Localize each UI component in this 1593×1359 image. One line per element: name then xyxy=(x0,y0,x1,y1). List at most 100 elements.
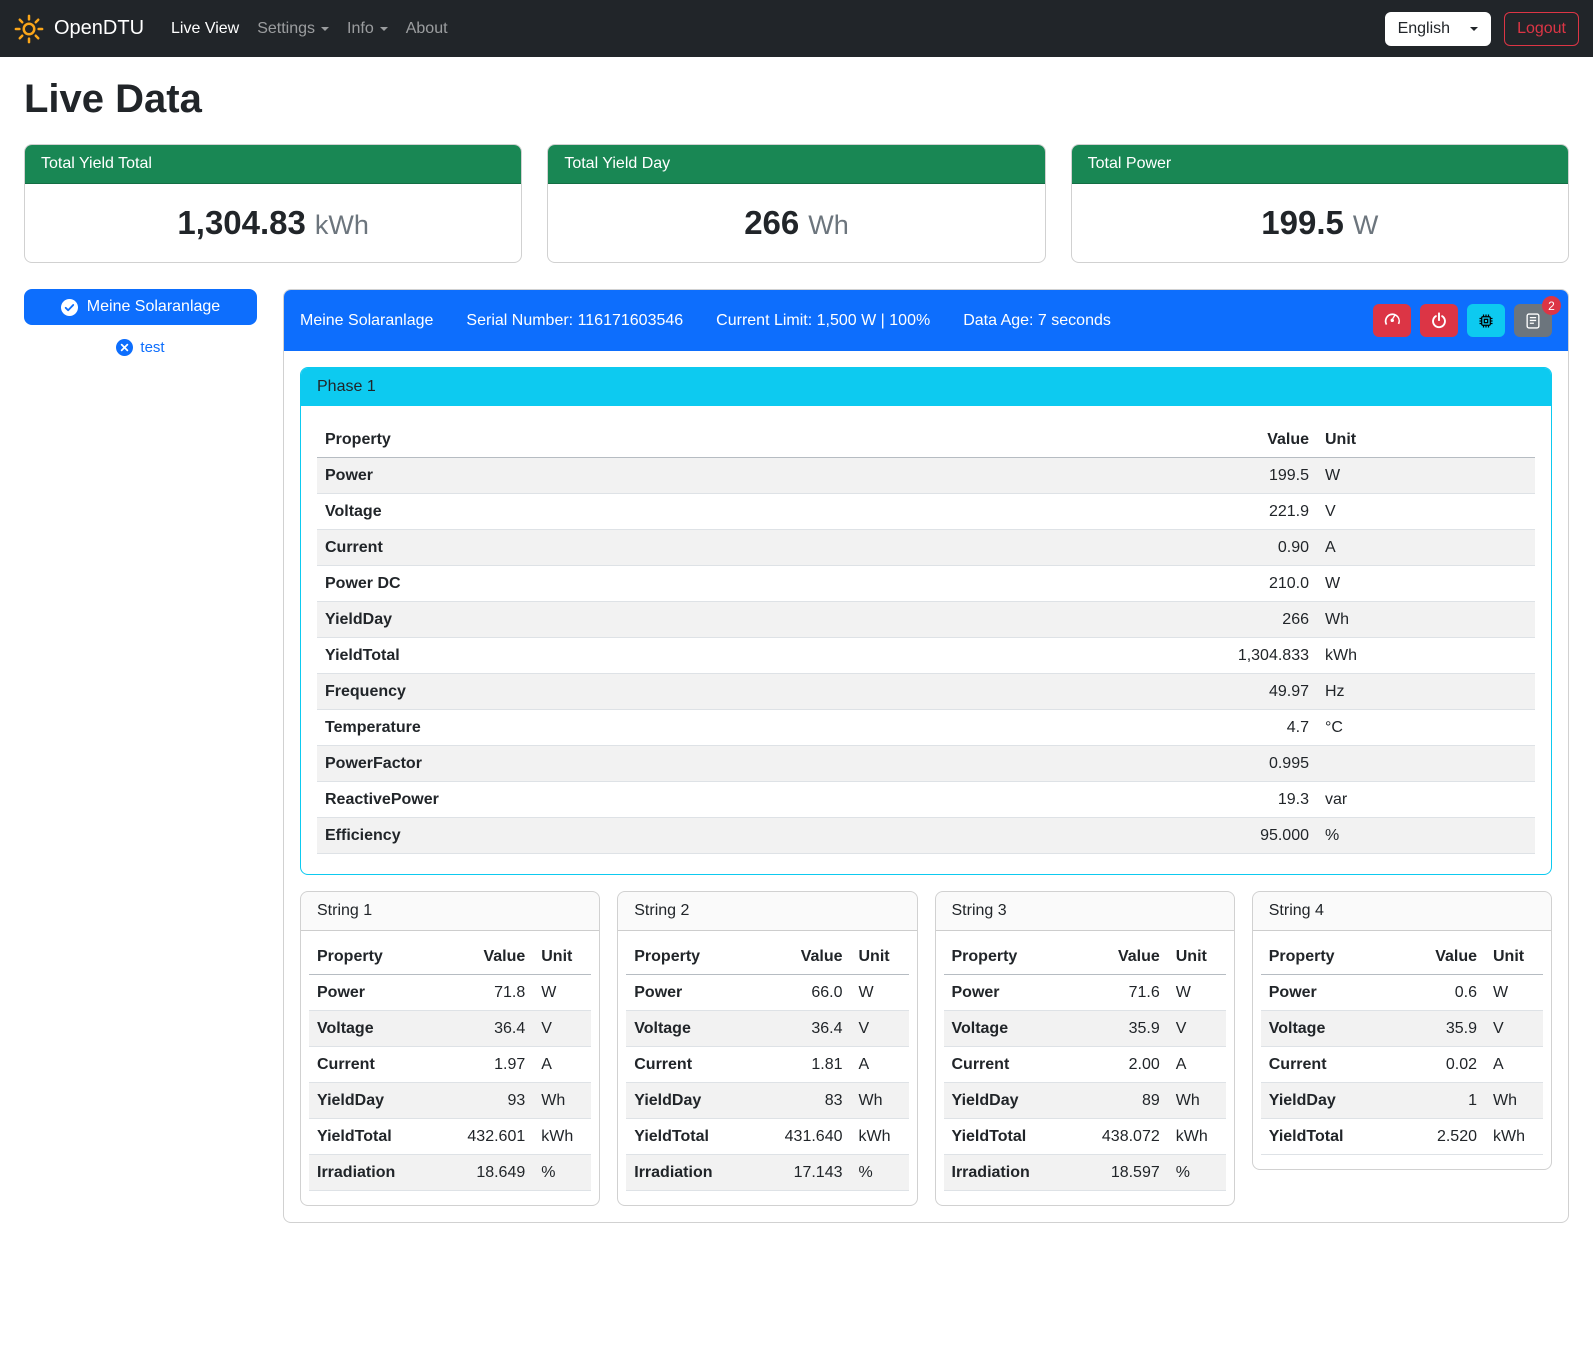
table-row: Irradiation18.649% xyxy=(309,1155,591,1191)
inverter-select-button[interactable]: Meine Solaranlage xyxy=(24,289,257,325)
string-table: Property Value Unit Power0.6WVoltage35.9… xyxy=(1261,939,1543,1155)
summary-card-title: Total Yield Total xyxy=(25,145,521,184)
table-body: Power199.5WVoltage221.9VCurrent0.90APowe… xyxy=(317,458,1535,854)
string-card-body: Property Value Unit Power71.8WVoltage36.… xyxy=(301,931,599,1205)
chevron-down-icon xyxy=(1470,27,1478,31)
device-info-button[interactable] xyxy=(1467,304,1505,337)
property-cell: Efficiency xyxy=(317,818,1167,854)
filter-item-test[interactable]: test xyxy=(24,339,257,356)
property-cell: Irradiation xyxy=(626,1155,764,1191)
power-button[interactable] xyxy=(1420,304,1458,337)
summary-card-body: 1,304.83 kWh xyxy=(25,184,521,262)
table-row: Voltage36.4V xyxy=(309,1011,591,1047)
value-cell: 0.995 xyxy=(1167,746,1317,782)
unit-cell: W xyxy=(851,975,909,1011)
value-cell: 93 xyxy=(447,1083,533,1119)
summary-cards-row: Total Yield Total 1,304.83 kWh Total Yie… xyxy=(24,144,1569,263)
property-cell: Current xyxy=(944,1047,1082,1083)
unit-cell: V xyxy=(533,1011,591,1047)
property-cell: Power xyxy=(626,975,764,1011)
inverter-card: Meine Solaranlage Serial Number: 1161716… xyxy=(283,289,1569,1223)
unit-cell: V xyxy=(1485,1011,1543,1047)
unit-cell: % xyxy=(1168,1155,1226,1191)
property-cell: YieldTotal xyxy=(944,1119,1082,1155)
phase-card-title: Phase 1 xyxy=(301,368,1551,406)
table-head: Property Value Unit xyxy=(317,422,1535,458)
value-cell: 95.000 xyxy=(1167,818,1317,854)
summary-card-title: Total Power xyxy=(1072,145,1568,184)
event-log-button[interactable]: 2 xyxy=(1514,304,1552,337)
property-cell: Power xyxy=(309,975,447,1011)
unit-cell: Wh xyxy=(851,1083,909,1119)
unit-header: Unit xyxy=(1168,939,1226,975)
table-row: Power0.6W xyxy=(1261,975,1543,1011)
property-cell: YieldDay xyxy=(317,602,1167,638)
unit-cell: A xyxy=(533,1047,591,1083)
x-circle-icon[interactable] xyxy=(116,339,133,356)
value-cell: 4.7 xyxy=(1167,710,1317,746)
nav-item-info[interactable]: Info xyxy=(338,12,397,46)
unit-header: Unit xyxy=(533,939,591,975)
table-body: Power0.6WVoltage35.9VCurrent0.02AYieldDa… xyxy=(1261,975,1543,1155)
table-row: Current1.97A xyxy=(309,1047,591,1083)
table-row: YieldTotal438.072kWh xyxy=(944,1119,1226,1155)
unit-cell xyxy=(1317,746,1535,782)
property-cell: Voltage xyxy=(317,494,1167,530)
nav-item-label: About xyxy=(406,20,448,38)
unit-cell: % xyxy=(1317,818,1535,854)
property-cell: Power xyxy=(944,975,1082,1011)
value-cell: 431.640 xyxy=(765,1119,851,1155)
value-cell: 36.4 xyxy=(447,1011,533,1047)
inverter-current-limit: Current Limit: 1,500 W | 100% xyxy=(716,312,930,330)
table-row: Temperature4.7°C xyxy=(317,710,1535,746)
language-select-value: English xyxy=(1398,20,1450,38)
nav-item-label: Settings xyxy=(257,20,315,38)
unit-cell: Wh xyxy=(1317,602,1535,638)
table-body: Power71.8WVoltage36.4VCurrent1.97AYieldD… xyxy=(309,975,591,1191)
value-cell: 18.597 xyxy=(1082,1155,1168,1191)
value-cell: 221.9 xyxy=(1167,494,1317,530)
limit-settings-button[interactable] xyxy=(1373,304,1411,337)
nav-item-about[interactable]: About xyxy=(397,12,457,46)
event-count-badge: 2 xyxy=(1542,296,1561,315)
property-cell: Current xyxy=(1261,1047,1399,1083)
property-cell: Power xyxy=(317,458,1167,494)
string-table: Property Value Unit Power71.8WVoltage36.… xyxy=(309,939,591,1191)
inverter-sidebar: Meine Solaranlage test xyxy=(24,289,257,356)
navbar-right: English Logout xyxy=(1385,12,1579,46)
table-row: Current0.90A xyxy=(317,530,1535,566)
table-row: Current2.00A xyxy=(944,1047,1226,1083)
table-row: Voltage35.9V xyxy=(1261,1011,1543,1047)
phase-card: Phase 1 Property Value Unit Power199.5WV… xyxy=(300,367,1552,875)
nav-item-settings[interactable]: Settings xyxy=(248,12,338,46)
value-cell: 83 xyxy=(765,1083,851,1119)
page-content: Live Data Total Yield Total 1,304.83 kWh… xyxy=(0,57,1593,1249)
nav-item-live-view[interactable]: Live View xyxy=(162,12,248,46)
string-card-2: String 2 Property Value Unit xyxy=(617,891,917,1206)
table-body: Power66.0WVoltage36.4VCurrent1.81AYieldD… xyxy=(626,975,908,1191)
language-select[interactable]: English xyxy=(1385,12,1491,46)
property-cell: Voltage xyxy=(1261,1011,1399,1047)
table-header-row: Property Value Unit xyxy=(309,939,591,975)
unit-cell: V xyxy=(1168,1011,1226,1047)
phase-table: Property Value Unit Power199.5WVoltage22… xyxy=(317,422,1535,854)
table-head: Property Value Unit xyxy=(309,939,591,975)
value-header: Value xyxy=(447,939,533,975)
brand[interactable]: OpenDTU xyxy=(14,14,144,44)
value-cell: 18.649 xyxy=(447,1155,533,1191)
gauge-icon xyxy=(1383,311,1402,330)
string-card-title: String 1 xyxy=(301,892,599,931)
value-cell: 0.02 xyxy=(1399,1047,1485,1083)
property-cell: Frequency xyxy=(317,674,1167,710)
value-cell: 71.8 xyxy=(447,975,533,1011)
logout-button[interactable]: Logout xyxy=(1504,12,1579,46)
string-card-1: String 1 Property Value Unit xyxy=(300,891,600,1206)
unit-cell: W xyxy=(1485,975,1543,1011)
property-header: Property xyxy=(944,939,1082,975)
property-cell: YieldDay xyxy=(1261,1083,1399,1119)
property-cell: Irradiation xyxy=(309,1155,447,1191)
table-row: Current1.81A xyxy=(626,1047,908,1083)
value-cell: 1.97 xyxy=(447,1047,533,1083)
value-cell: 210.0 xyxy=(1167,566,1317,602)
inverter-data-age: Data Age: 7 seconds xyxy=(963,312,1111,330)
